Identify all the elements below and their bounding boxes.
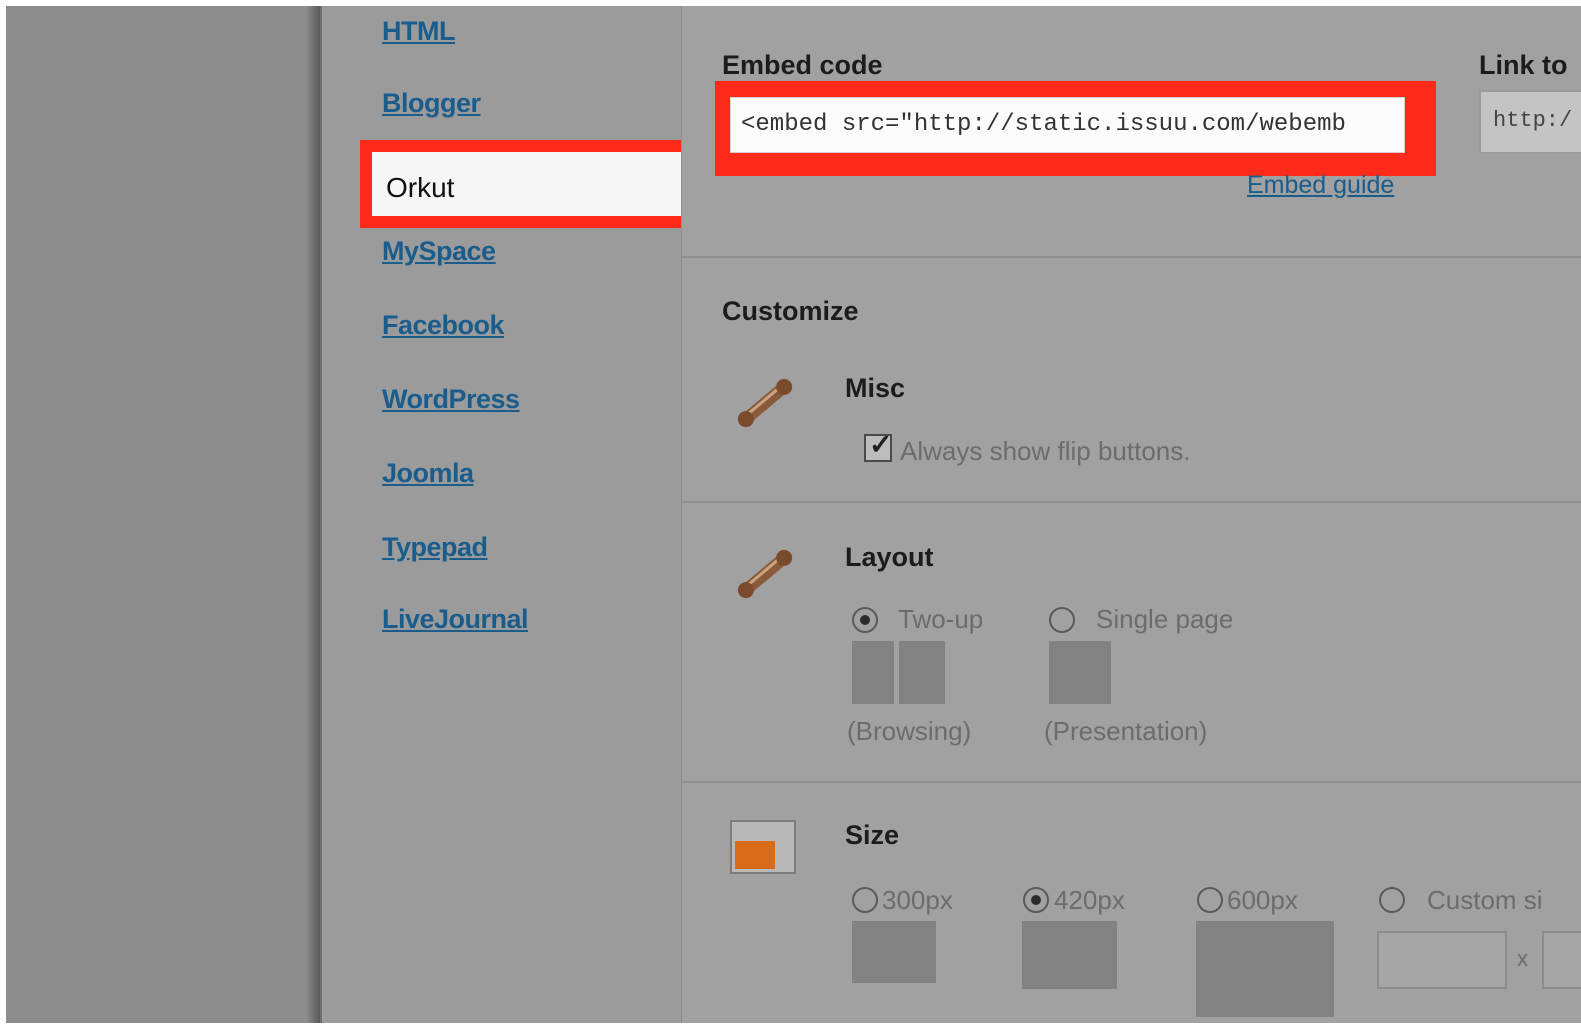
embed-guide-link[interactable]: Embed guide <box>1247 171 1394 200</box>
divider <box>682 501 1581 503</box>
embed-code-input[interactable]: <embed src="http://static.issuu.com/webe… <box>730 97 1405 153</box>
wrench-icon <box>730 539 800 614</box>
sidebar-item-blogger[interactable]: Blogger <box>382 88 481 119</box>
size-300px-label: 300px <box>882 885 953 915</box>
customize-heading: Customize <box>722 296 859 326</box>
layout-single-page-label: Single page <box>1096 604 1234 634</box>
sidebar-item-wordpress[interactable]: WordPress <box>382 384 520 415</box>
sidebar-item-html[interactable]: HTML <box>382 16 455 47</box>
layout-two-up-label: Two-up <box>898 604 984 634</box>
sidebar: HTML Blogger Orkut MySpace Facebook Word… <box>320 6 702 1023</box>
panel-shadow <box>306 6 320 1023</box>
wrench-icon <box>730 368 800 443</box>
main-panel: Embed code <embed src="http://static.iss… <box>681 6 1581 1023</box>
layout-two-up-radio[interactable] <box>852 607 878 633</box>
sidebar-item-myspace[interactable]: MySpace <box>382 236 496 267</box>
divider <box>682 781 1581 783</box>
background-area <box>6 6 318 1023</box>
always-show-flip-label: Always show flip buttons. <box>900 436 1191 466</box>
size-420px-preview <box>1022 921 1117 989</box>
custom-width-input[interactable] <box>1377 931 1507 989</box>
layout-single-page-radio[interactable] <box>1049 607 1075 633</box>
sidebar-item-livejournal[interactable]: LiveJournal <box>382 604 529 635</box>
embed-code-label: Embed code <box>722 50 883 80</box>
sidebar-item-facebook[interactable]: Facebook <box>382 310 505 341</box>
embed-code-highlight: <embed src="http://static.issuu.com/webe… <box>715 81 1436 176</box>
two-up-preview-left <box>852 641 894 704</box>
size-600px-preview <box>1196 921 1334 1017</box>
size-custom-label: Custom si <box>1427 885 1543 915</box>
link-to-label: Link to <box>1479 50 1568 80</box>
size-600px-label: 600px <box>1227 885 1298 915</box>
size-custom-radio[interactable] <box>1379 887 1405 913</box>
size-title: Size <box>845 820 900 850</box>
layout-two-up-caption: (Browsing) <box>847 716 972 746</box>
misc-title: Misc <box>845 373 906 403</box>
size-600px-radio[interactable] <box>1197 887 1223 913</box>
screen: HTML Blogger Orkut MySpace Facebook Word… <box>6 6 1581 1023</box>
custom-size-separator: x <box>1517 946 1528 971</box>
size-300px-radio[interactable] <box>852 887 878 913</box>
size-300px-preview <box>852 921 936 983</box>
size-420px-radio[interactable] <box>1023 887 1049 913</box>
sidebar-item-orkut[interactable]: Orkut <box>372 152 690 216</box>
layout-single-page-caption: (Presentation) <box>1044 716 1208 746</box>
size-icon <box>730 820 796 874</box>
always-show-flip-checkbox[interactable]: ✓ <box>864 429 892 462</box>
link-to-input[interactable]: http:/ <box>1479 90 1581 154</box>
sidebar-item-joomla[interactable]: Joomla <box>382 458 474 489</box>
two-up-preview-right <box>899 641 945 704</box>
sidebar-item-orkut-highlight: Orkut <box>360 140 702 228</box>
custom-height-input[interactable] <box>1542 931 1581 989</box>
sidebar-item-typepad[interactable]: Typepad <box>382 532 488 563</box>
divider <box>682 256 1581 258</box>
layout-title: Layout <box>845 542 934 572</box>
single-page-preview <box>1049 641 1111 704</box>
sidebar-item-label: Orkut <box>386 172 455 203</box>
size-420px-label: 420px <box>1054 885 1125 915</box>
